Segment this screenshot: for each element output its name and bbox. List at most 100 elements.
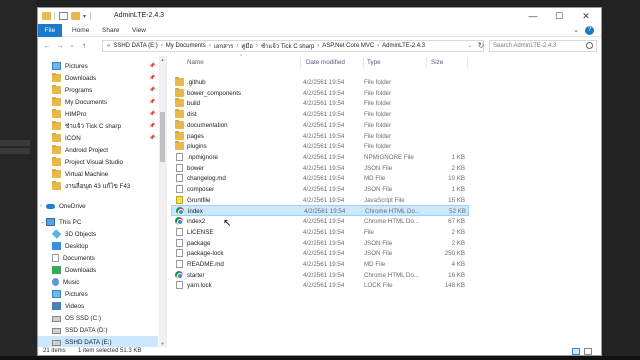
folder-icon: [175, 109, 184, 119]
file-row[interactable]: bower 4/2/2561 19:54 JSON File 2 KB: [171, 163, 469, 174]
breadcrumb-separator-icon[interactable]: ›: [256, 43, 258, 49]
file-size: 15 KB: [448, 196, 465, 204]
column-divider[interactable]: [467, 58, 468, 68]
scroll-down-icon[interactable]: ▼: [159, 341, 166, 346]
sidebar-item-downloads-pinned[interactable]: Downloads 📌: [38, 72, 158, 84]
properties-icon[interactable]: [59, 12, 68, 20]
sidebar-item-pictures[interactable]: Pictures 📌: [38, 60, 158, 72]
file-row[interactable]: index2 4/2/2561 19:54 Chrome HTML Do... 67 …: [171, 216, 469, 227]
sidebar-item-os-ssd-c[interactable]: OS SSD (C:): [38, 312, 158, 324]
expand-chevron-icon[interactable]: ›: [40, 203, 42, 209]
column-header-date[interactable]: Date modified: [306, 59, 345, 66]
sidebar-item-ssd-data-d[interactable]: SSD DATA (D:): [38, 324, 158, 336]
file-row[interactable]: build 4/2/2561 19:54 File folder: [171, 98, 469, 109]
customize-toolbar-icon[interactable]: ▾: [83, 13, 86, 20]
sidebar-item-icon[interactable]: ICON 📌: [38, 132, 158, 144]
sidebar-item-onedrive[interactable]: › OneDrive: [38, 200, 158, 212]
column-divider[interactable]: [426, 58, 427, 68]
sidebar-item-himpro[interactable]: HIMPro 📌: [38, 108, 158, 120]
breadcrumb-separator-icon[interactable]: ›: [236, 43, 238, 49]
breadcrumb-separator-icon[interactable]: ›: [209, 43, 211, 49]
pictures-icon: [52, 290, 61, 298]
file-icon: [176, 152, 183, 161]
file-name: dist: [187, 111, 197, 119]
breadcrumb-separator-icon[interactable]: ›: [377, 43, 379, 49]
search-input[interactable]: Search AdminLTE-2.4.3: [489, 40, 597, 52]
column-header-type[interactable]: Type: [367, 59, 381, 66]
sidebar-scrollbar[interactable]: ▲ ▼: [159, 56, 166, 348]
sidebar-item-videos[interactable]: Videos: [38, 300, 158, 312]
maximize-button[interactable]: ☐: [546, 8, 572, 24]
sidebar-item-downloads[interactable]: Downloads: [38, 264, 158, 276]
sidebar-item-tick-c-sharp[interactable]: ชำแจ้ว Tick C sharp 📌: [38, 120, 158, 132]
sidebar-item-android-project[interactable]: Android Project: [38, 144, 158, 156]
recent-locations-icon[interactable]: ⌄: [67, 41, 77, 51]
scrollbar-thumb[interactable]: [160, 112, 165, 162]
sidebar-item-thai-folder[interactable]: งานลื่อนุด 43 แก้ไข F43: [38, 180, 158, 192]
large-icons-view-icon[interactable]: [584, 348, 592, 355]
tab-view[interactable]: View: [132, 24, 146, 37]
sidebar-item-virtual-machine[interactable]: Virtual Machine: [38, 168, 158, 180]
collapse-chevron-icon[interactable]: ⌄: [40, 219, 44, 225]
file-row[interactable]: pages 4/2/2561 19:54 File folder: [171, 130, 469, 142]
column-header-size[interactable]: Size: [431, 59, 443, 66]
breadcrumb-item-current[interactable]: AdminLTE-2.4.3: [382, 43, 425, 49]
file-row[interactable]: .npmignore 4/2/2561 19:54 NPMIGNORE File 1 …: [171, 152, 469, 163]
chevron-down-icon[interactable]: ⌄: [573, 26, 579, 34]
file-row[interactable]: changelog.md 4/2/2561 19:54 MD File 10 KB: [171, 173, 469, 184]
tab-share[interactable]: Share: [102, 24, 119, 37]
sidebar-item-desktop[interactable]: Desktop: [38, 240, 158, 252]
sidebar-item-this-pc[interactable]: ⌄ This PC: [38, 216, 158, 228]
address-dropdown-icon[interactable]: ⌄: [466, 40, 474, 52]
file-row[interactable]: documentation 4/2/2561 19:54 File folder: [171, 119, 469, 131]
file-row[interactable]: package 4/2/2561 19:54 JSON File 2 KB: [171, 238, 469, 249]
column-divider[interactable]: [363, 58, 364, 68]
file-size: 52 KB: [449, 208, 466, 216]
minimize-button[interactable]: —: [520, 8, 546, 24]
file-row[interactable]: .github 4/2/2561 19:54 File folder: [171, 77, 469, 88]
close-button[interactable]: ✕: [573, 8, 599, 24]
scroll-up-icon[interactable]: ▲: [159, 57, 166, 62]
details-view-icon[interactable]: [572, 348, 580, 355]
sidebar-item-pictures-pc[interactable]: Pictures: [38, 288, 158, 300]
file-row[interactable]: yarn.lock 4/2/2561 19:54 LOCK File 148 KB: [171, 280, 469, 291]
tab-home[interactable]: Home: [72, 24, 89, 37]
sidebar-item-3d-objects[interactable]: 3D Objects: [38, 228, 158, 240]
address-bar[interactable]: « SSHD DATA (E:) › My Documents › เอกสาร…: [102, 40, 484, 52]
file-row[interactable]: starter 4/2/2561 19:54 Chrome HTML Do... 16…: [171, 270, 469, 281]
file-row[interactable]: bower_components 4/2/2561 19:54 File folde…: [171, 87, 469, 99]
breadcrumb-item[interactable]: ชำแจ้ว Tick C sharp: [261, 41, 314, 51]
tab-file[interactable]: File: [38, 24, 62, 37]
sidebar-item-music[interactable]: Music: [38, 276, 158, 288]
breadcrumb-separator-icon[interactable]: ›: [317, 43, 319, 49]
file-row[interactable]: composer 4/2/2561 19:54 JSON File 1 KB: [171, 184, 469, 195]
up-arrow-icon[interactable]: ↑: [79, 41, 89, 51]
sidebar-item-documents[interactable]: Documents: [38, 252, 158, 264]
back-arrow-icon[interactable]: ←: [42, 41, 52, 51]
breadcrumb-item[interactable]: คู่มือ: [241, 41, 253, 51]
file-row[interactable]: index 4/2/2561 19:54 Chrome HTML Do... 52 K…: [171, 205, 469, 217]
sidebar-item-project-visual-studio[interactable]: Project Visual Studio: [38, 156, 158, 168]
column-header-name[interactable]: Name: [187, 59, 204, 66]
breadcrumb-item[interactable]: My Documents: [166, 43, 206, 49]
breadcrumb-item[interactable]: SSHD DATA (E:): [113, 43, 157, 49]
file-row[interactable]: dist 4/2/2561 19:54 File folder: [171, 109, 469, 120]
sidebar-item-programs[interactable]: Programs 📌: [38, 84, 158, 96]
new-folder-icon[interactable]: [71, 12, 80, 20]
file-row[interactable]: package-lock 4/2/2561 19:54 JSON File 250 K…: [171, 248, 469, 259]
refresh-icon[interactable]: ↻: [476, 40, 486, 52]
column-divider[interactable]: [300, 58, 301, 68]
file-row[interactable]: plugins 4/2/2561 19:54 File folder: [171, 141, 469, 152]
breadcrumb-separator-icon[interactable]: ›: [161, 43, 163, 49]
file-row[interactable]: LICENSE 4/2/2561 19:54 File 2 KB: [171, 227, 469, 238]
file-row[interactable]: README.md 4/2/2561 19:54 MD File 4 KB: [171, 259, 469, 270]
breadcrumb-item[interactable]: ASP.Net Core MVC: [322, 43, 374, 49]
sidebar-item-my-documents[interactable]: My Documents 📌: [38, 96, 158, 108]
file-row[interactable]: Gruntfile 4/2/2561 19:54 JavaScript File 15…: [171, 195, 469, 206]
videos-icon: [52, 302, 61, 310]
address-overflow-icon[interactable]: «: [107, 43, 110, 49]
breadcrumb-item[interactable]: เอกสาร: [214, 41, 234, 51]
help-icon[interactable]: ?: [585, 26, 594, 35]
window-title: AdminLTE-2.4.3: [114, 12, 165, 19]
forward-arrow-icon[interactable]: →: [55, 41, 65, 51]
